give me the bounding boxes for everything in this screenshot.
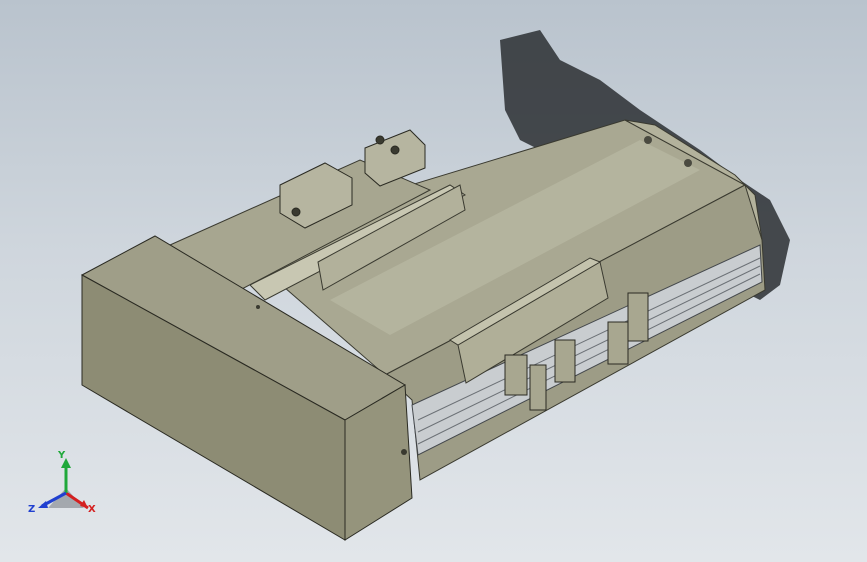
model-view[interactable] (0, 0, 867, 562)
end-cap-hole-1 (644, 136, 652, 144)
x-axis-label: X (88, 504, 96, 515)
cad-viewport[interactable]: X Y Z (0, 0, 867, 562)
housing-hole (256, 305, 260, 309)
y-axis-label: Y (58, 450, 66, 461)
view-triad[interactable]: X Y Z (26, 448, 106, 528)
end-cap-hole-2 (684, 159, 692, 167)
triad-graphic (38, 458, 89, 510)
housing-screw (401, 449, 407, 455)
z-axis-label: Z (28, 504, 36, 515)
